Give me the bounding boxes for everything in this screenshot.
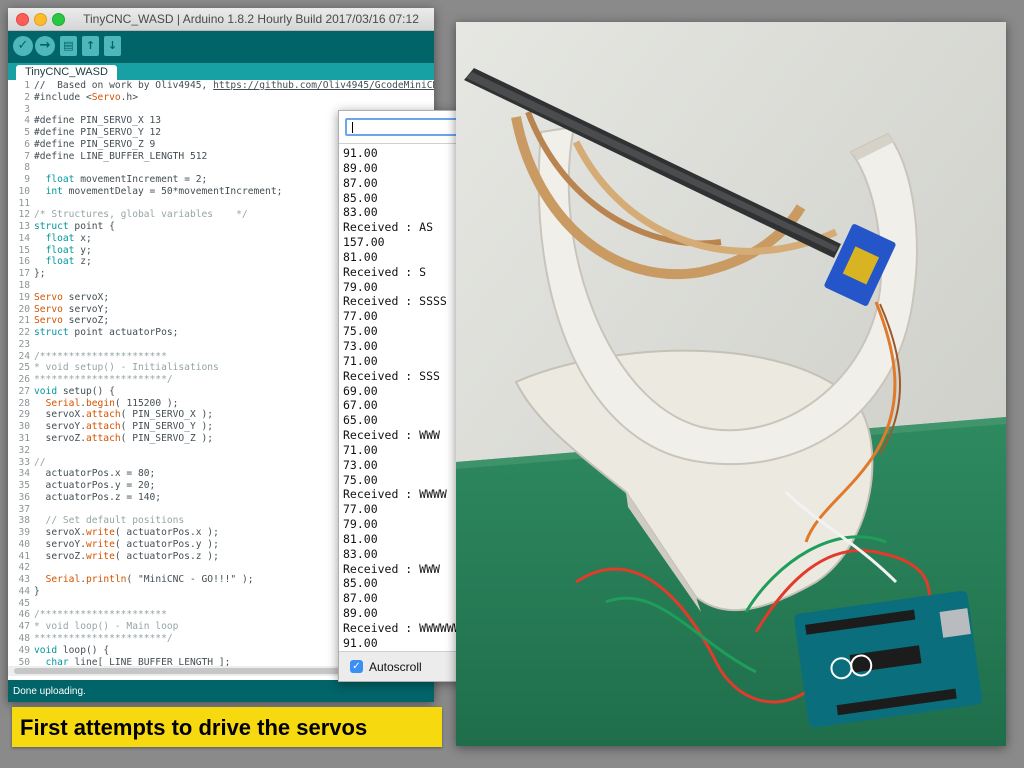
line-number: 12: [18, 209, 30, 221]
line-number: 41: [18, 550, 30, 562]
line-number: 24: [18, 350, 30, 362]
line-number: 31: [18, 432, 30, 444]
line-number: 50: [18, 656, 30, 666]
line-number: 21: [18, 315, 30, 327]
line-number: 28: [18, 397, 30, 409]
line-number: 19: [18, 291, 30, 303]
line-number: 23: [18, 338, 30, 350]
line-number: 16: [18, 256, 30, 268]
line-number: 34: [18, 468, 30, 480]
line-number: 7: [24, 150, 30, 162]
line-number: 32: [18, 444, 30, 456]
line-number: 14: [18, 232, 30, 244]
line-number: 27: [18, 385, 30, 397]
line-number: 40: [18, 538, 30, 550]
line-number: 11: [18, 197, 30, 209]
line-number: 9: [24, 174, 30, 186]
caption-text: First attempts to drive the servos: [20, 715, 368, 740]
code-line[interactable]: 2 #include <Servo.h>: [8, 92, 434, 104]
line-number: 46: [18, 609, 30, 621]
text-caret: [352, 122, 353, 133]
line-number: 35: [18, 480, 30, 492]
minimize-window-button[interactable]: [34, 13, 47, 26]
line-number: 1: [24, 80, 30, 91]
line-number: 15: [18, 244, 30, 256]
line-number: 25: [18, 362, 30, 374]
line-number: 6: [24, 138, 30, 150]
line-number: 29: [18, 409, 30, 421]
arrow-right-icon: →: [39, 38, 51, 53]
title-bar[interactable]: TinyCNC_WASD | Arduino 1.8.2 Hourly Buil…: [8, 8, 434, 31]
checkbox-checked-icon: ✓: [352, 661, 361, 672]
line-number: 44: [18, 585, 30, 597]
status-bar: Done uploading.: [8, 680, 434, 702]
code-line[interactable]: 1// Based on work by Oliv4945, https://g…: [8, 80, 434, 92]
save-sketch-button[interactable]: ↓: [104, 36, 121, 56]
line-number: 33: [18, 456, 30, 468]
line-number: 5: [24, 127, 30, 139]
line-number: 10: [18, 185, 30, 197]
line-number: 39: [18, 527, 30, 539]
upload-button[interactable]: →: [35, 36, 55, 56]
line-number: 17: [18, 268, 30, 280]
line-number: 18: [18, 280, 30, 292]
serial-send-input[interactable]: [345, 118, 467, 136]
line-number: 47: [18, 621, 30, 633]
line-number: 42: [18, 562, 30, 574]
new-file-icon: ▤: [63, 39, 74, 52]
tab-bar: TinyCNC_WASD: [8, 63, 434, 80]
photo-servo-rig: [456, 22, 1006, 746]
line-number: 37: [18, 503, 30, 515]
close-window-button[interactable]: [16, 13, 29, 26]
window-title: TinyCNC_WASD | Arduino 1.8.2 Hourly Buil…: [83, 12, 419, 26]
open-icon: ↑: [85, 39, 96, 52]
line-number: 4: [24, 115, 30, 127]
tab-sketch[interactable]: TinyCNC_WASD: [16, 65, 117, 80]
open-sketch-button[interactable]: ↑: [82, 36, 99, 56]
line-number: 48: [18, 632, 30, 644]
line-number: 13: [18, 221, 30, 233]
line-number: 3: [24, 103, 30, 115]
arduino-board: [794, 590, 983, 728]
scrollbar-thumb[interactable]: [14, 668, 344, 674]
line-number: 26: [18, 374, 30, 386]
line-number: 2: [24, 91, 30, 103]
line-number: 22: [18, 327, 30, 339]
line-number: 38: [18, 515, 30, 527]
check-icon: ✓: [17, 38, 29, 53]
autoscroll-checkbox[interactable]: ✓: [350, 660, 363, 673]
autoscroll-label[interactable]: Autoscroll: [369, 660, 422, 674]
line-number: 30: [18, 421, 30, 433]
line-number: 36: [18, 491, 30, 503]
toolbar: ✓ → ▤ ↑ ↓: [8, 31, 434, 63]
status-message: Done uploading.: [13, 686, 86, 697]
save-icon: ↓: [107, 39, 118, 52]
new-sketch-button[interactable]: ▤: [60, 36, 77, 56]
line-number: 43: [18, 574, 30, 586]
line-number: 20: [18, 303, 30, 315]
line-number: 45: [18, 597, 30, 609]
caption-banner: First attempts to drive the servos: [12, 707, 442, 747]
maximize-window-button[interactable]: [52, 13, 65, 26]
line-number: 8: [24, 162, 30, 174]
verify-button[interactable]: ✓: [13, 36, 33, 56]
line-number: 49: [18, 644, 30, 656]
